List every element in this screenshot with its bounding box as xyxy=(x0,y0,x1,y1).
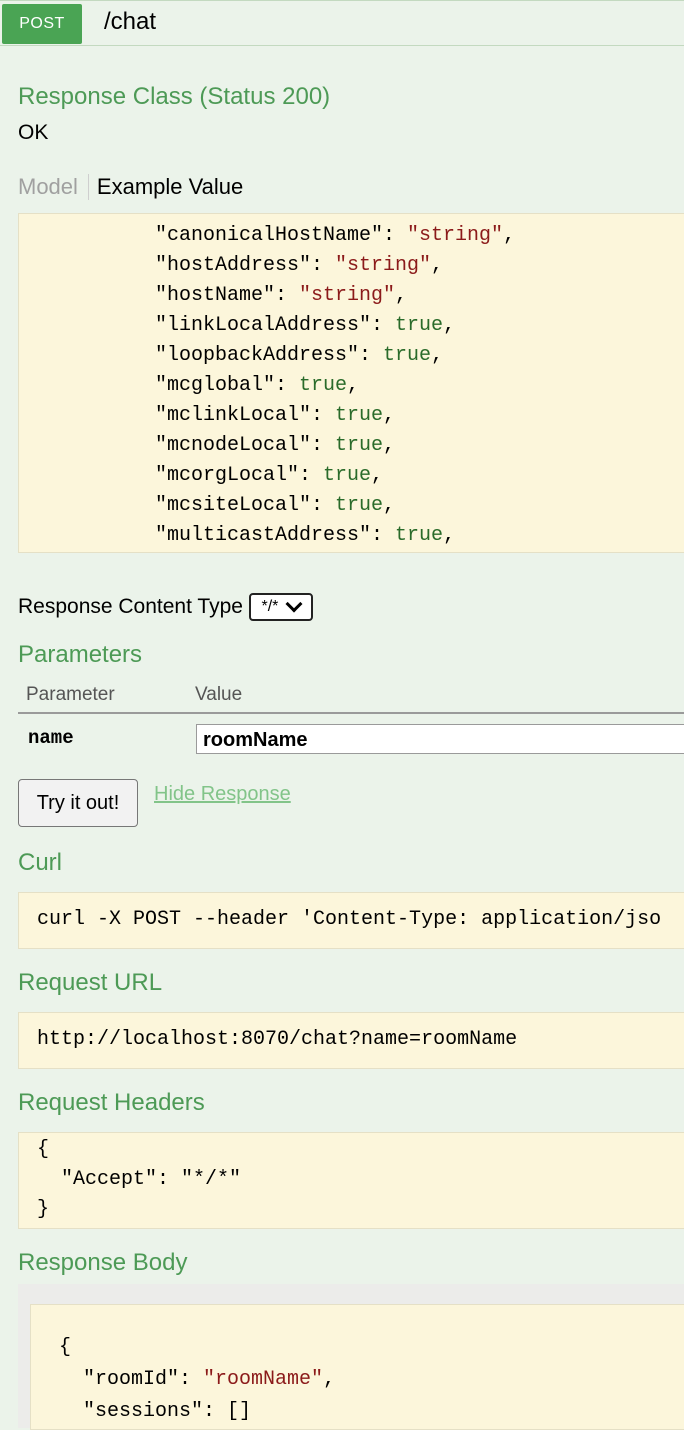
key-token: "mcsiteLocal": xyxy=(155,494,336,517)
operation-header[interactable]: POST /chat xyxy=(0,0,684,46)
hide-response-link[interactable]: Hide Response xyxy=(154,783,291,806)
key-token: , xyxy=(371,464,384,487)
key-token: "multicastAddress": xyxy=(155,524,396,547)
code-line: "sessions": [] xyxy=(59,1397,251,1427)
code-line: { xyxy=(37,1138,50,1161)
code-line: } xyxy=(37,1198,50,1221)
code-line: "hostName": "string", xyxy=(155,281,407,311)
code-line: "loopbackAddress": true, xyxy=(155,341,443,371)
example-value-code[interactable]: "canonicalHostName": "string", "hostAddre… xyxy=(18,213,684,553)
boolean-token: true xyxy=(395,524,444,547)
code-line: "canonicalHostName": "string", xyxy=(155,221,515,251)
key-token: "mclinkLocal": xyxy=(155,404,336,427)
response-content-type-label: Response Content Type xyxy=(18,595,243,618)
curl-command: curl -X POST --header 'Content-Type: app… xyxy=(37,908,662,931)
response-class-title: Response Class (Status 200) xyxy=(18,83,331,110)
key-token: "mcglobal": xyxy=(155,374,300,397)
boolean-token: true xyxy=(335,404,384,427)
column-header-parameter: Parameter xyxy=(26,684,115,705)
parameters-title: Parameters xyxy=(18,641,143,668)
column-header-value: Value xyxy=(195,684,243,705)
request-url-box[interactable]: http://localhost:8070/chat?name=roomName xyxy=(18,1012,684,1069)
curl-code-box[interactable]: curl -X POST --header 'Content-Type: app… xyxy=(18,892,684,949)
code-line: "hostAddress": "string", xyxy=(155,251,443,281)
key-token: , xyxy=(323,1368,336,1391)
chevron-down-icon xyxy=(285,595,303,613)
string-token: "roomName" xyxy=(203,1368,324,1391)
key-token: "hostAddress": xyxy=(155,254,336,277)
request-url-title: Request URL xyxy=(18,969,163,996)
key-token: , xyxy=(383,494,396,517)
content-type-select[interactable]: */* xyxy=(248,593,313,621)
code-line: { xyxy=(59,1333,71,1363)
string-token: "string" xyxy=(335,254,432,277)
code-line: "mcorgLocal": true, xyxy=(155,461,383,491)
key-token: "roomId": xyxy=(59,1368,204,1391)
key-token: , xyxy=(395,284,408,307)
key-token: , xyxy=(383,404,396,427)
model-tabs: Model Example Value xyxy=(18,168,243,206)
key-token: , xyxy=(503,224,516,247)
code-line: "mclinkLocal": true, xyxy=(155,401,395,431)
request-url-value: http://localhost:8070/chat?name=roomName xyxy=(37,1028,518,1051)
boolean-token: true xyxy=(383,344,432,367)
key-token: "mcnodeLocal": xyxy=(155,434,336,457)
curl-title: Curl xyxy=(18,849,63,876)
response-body-code[interactable]: { "roomId": "roomName", "sessions": [] xyxy=(30,1304,684,1430)
key-token: "hostName": xyxy=(155,284,300,307)
request-headers-title: Request Headers xyxy=(18,1089,205,1116)
parameter-name: name xyxy=(28,727,74,749)
tab-model[interactable]: Model xyxy=(18,174,89,200)
parameter-value-input[interactable]: roomName xyxy=(196,724,684,754)
key-token: , xyxy=(347,374,360,397)
code-line: "mcsiteLocal": true, xyxy=(155,491,395,521)
key-token: "loopbackAddress": xyxy=(155,344,384,367)
boolean-token: true xyxy=(335,434,384,457)
endpoint-path[interactable]: /chat xyxy=(104,8,156,36)
try-it-out-button[interactable]: Try it out! xyxy=(18,779,138,827)
tab-example-value[interactable]: Example Value xyxy=(89,174,243,200)
key-token: "sessions": [] xyxy=(59,1400,252,1423)
key-token: , xyxy=(443,524,456,547)
key-token: "mcorgLocal": xyxy=(155,464,324,487)
code-line: "mcglobal": true, xyxy=(155,371,359,401)
code-line: "multicastAddress": true, xyxy=(155,521,455,551)
boolean-token: true xyxy=(299,374,348,397)
key-token: "canonicalHostName": xyxy=(155,224,408,247)
boolean-token: true xyxy=(395,314,444,337)
response-content-type: Response Content Type */* xyxy=(18,593,313,621)
code-line: "Accept": "*/*" xyxy=(37,1168,242,1191)
code-line: "linkLocalAddress": true, xyxy=(155,311,455,341)
string-token: "string" xyxy=(407,224,504,247)
boolean-token: true xyxy=(323,464,372,487)
key-token: { xyxy=(59,1336,72,1359)
code-line: "mcnodeLocal": true, xyxy=(155,431,395,461)
code-line: "roomId": "roomName", xyxy=(59,1365,335,1395)
response-body-title: Response Body xyxy=(18,1249,188,1276)
key-token: , xyxy=(431,254,444,277)
response-status-text: OK xyxy=(18,121,49,144)
key-token: "linkLocalAddress": xyxy=(155,314,396,337)
boolean-token: true xyxy=(335,494,384,517)
key-token: , xyxy=(443,314,456,337)
http-method-badge: POST xyxy=(2,4,82,44)
key-token: , xyxy=(431,344,444,367)
content-type-selected: */* xyxy=(261,598,279,615)
key-token: , xyxy=(383,434,396,457)
parameters-table-header: Parameter Value xyxy=(18,678,684,714)
request-headers-box[interactable]: { "Accept": "*/*" } xyxy=(18,1132,684,1229)
string-token: "string" xyxy=(299,284,396,307)
